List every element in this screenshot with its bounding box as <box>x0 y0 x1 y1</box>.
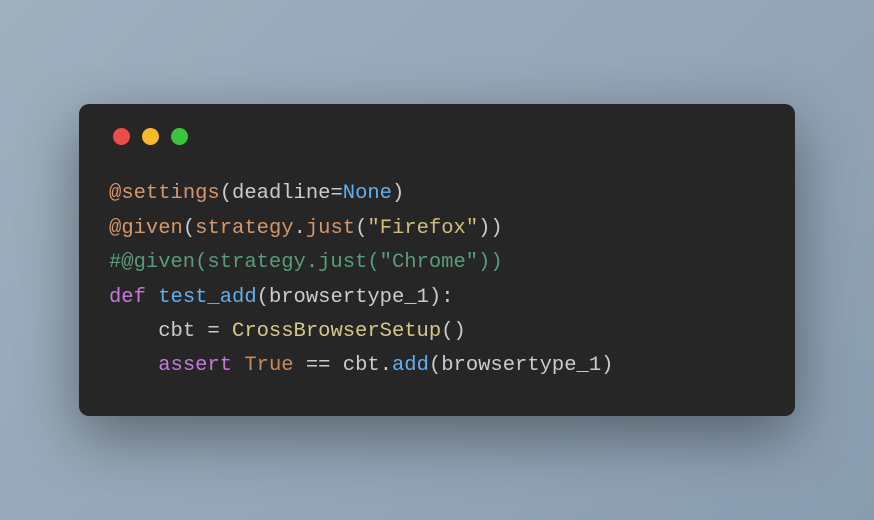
class-name: CrossBrowserSetup <box>232 320 441 343</box>
close-paren: ) <box>601 354 613 377</box>
code-line-1: @settings(deadline=None) <box>109 182 404 205</box>
method-name: just <box>306 217 355 240</box>
assert-keyword: assert <box>158 354 232 377</box>
none-value: None <box>343 182 392 205</box>
variable-name: cbt <box>343 354 380 377</box>
object-name: strategy <box>195 217 293 240</box>
code-block: @settings(deadline=None) @given(strategy… <box>109 177 765 384</box>
code-window: @settings(deadline=None) @given(strategy… <box>79 104 795 416</box>
at-symbol: @ <box>109 182 121 205</box>
open-paren: ( <box>355 217 367 240</box>
code-line-2: @given(strategy.just("Firefox")) <box>109 217 503 240</box>
minimize-icon[interactable] <box>142 128 159 145</box>
code-line-5: cbt = CrossBrowserSetup() <box>109 320 466 343</box>
open-paren: ( <box>220 182 232 205</box>
comment-line: #@given(strategy.just("Chrome")) <box>109 251 503 274</box>
code-line-3: #@given(strategy.just("Chrome")) <box>109 251 503 274</box>
parens: () <box>441 320 466 343</box>
true-literal: True <box>244 354 293 377</box>
variable-name: cbt <box>158 320 195 343</box>
method-name: add <box>392 354 429 377</box>
equals-sign: = <box>330 182 342 205</box>
decorator-name: settings <box>121 182 219 205</box>
close-parens: )) <box>478 217 503 240</box>
string-literal: "Firefox" <box>367 217 478 240</box>
decorator-name: given <box>121 217 183 240</box>
equals-compare: == <box>294 354 343 377</box>
close-icon[interactable] <box>113 128 130 145</box>
window-titlebar <box>113 128 765 145</box>
open-paren: ( <box>257 286 269 309</box>
dot: . <box>294 217 306 240</box>
open-paren: ( <box>183 217 195 240</box>
dot: . <box>380 354 392 377</box>
param-name: browsertype_1 <box>441 354 601 377</box>
code-line-6: assert True == cbt.add(browsertype_1) <box>109 354 613 377</box>
param-name: browsertype_1 <box>269 286 429 309</box>
close-paren: ) <box>392 182 404 205</box>
open-paren: ( <box>429 354 441 377</box>
code-line-4: def test_add(browsertype_1): <box>109 286 454 309</box>
maximize-icon[interactable] <box>171 128 188 145</box>
close-colon: ): <box>429 286 454 309</box>
at-symbol: @ <box>109 217 121 240</box>
def-keyword: def <box>109 286 146 309</box>
function-name: test_add <box>158 286 256 309</box>
equals-assign: = <box>195 320 232 343</box>
param-name: deadline <box>232 182 330 205</box>
